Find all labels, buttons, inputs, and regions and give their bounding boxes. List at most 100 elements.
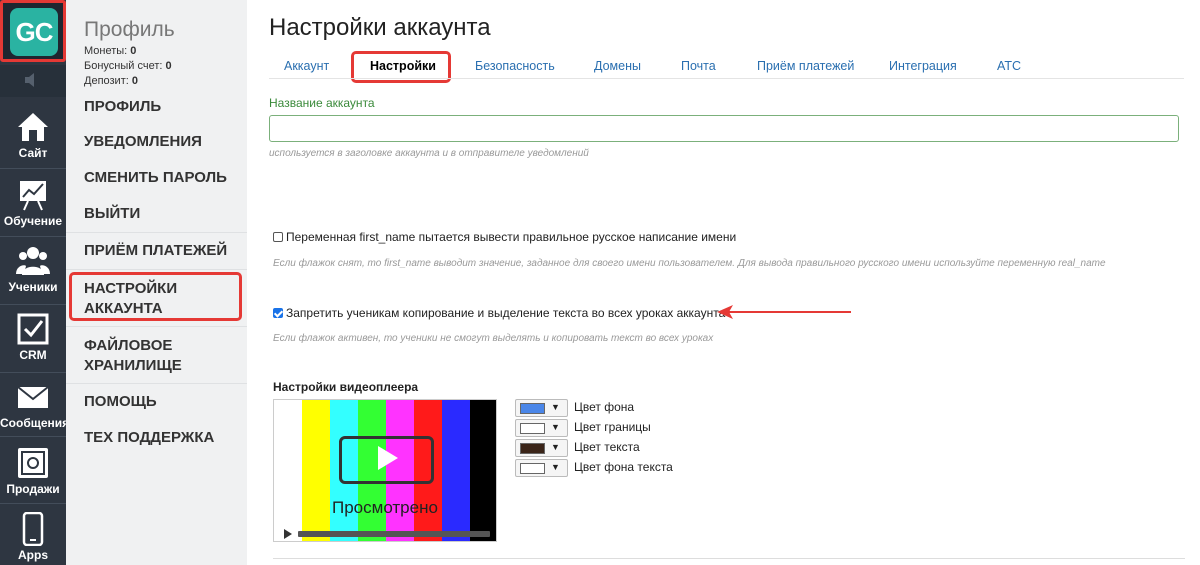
first-name-option-hint: Если флажок снят, то first_name выводит … xyxy=(273,258,1106,269)
account-name-input[interactable] xyxy=(269,115,1179,142)
tab-integration[interactable]: Интеграция xyxy=(889,59,957,73)
first-name-checkbox[interactable] xyxy=(273,232,283,242)
speaker-icon xyxy=(25,73,34,87)
menu-item-notifications[interactable]: УВЕДОМЛЕНИЯ xyxy=(66,124,247,160)
menu-item-payments[interactable]: ПРИЁМ ПЛАТЕЖЕЙ xyxy=(66,233,247,269)
settings-tabs: Аккаунт Настройки Безопасность Домены По… xyxy=(269,54,1184,79)
bonus-stat: Бонусный счет: 0 xyxy=(84,60,172,72)
swatch-label: Цвет границы xyxy=(574,420,651,434)
tab-domains[interactable]: Домены xyxy=(594,59,641,73)
deposit-value: 0 xyxy=(131,75,138,87)
menu-item-change-password[interactable]: СМЕНИТЬ ПАРОЛЬ xyxy=(66,160,247,196)
first-name-option[interactable]: Переменная first_name пытается вывести п… xyxy=(273,230,736,244)
color-bar xyxy=(442,400,470,541)
watched-overlay-text: Просмотрено xyxy=(332,498,438,517)
rail-label: Сообщения xyxy=(0,416,70,430)
copy-protect-option[interactable]: Запретить ученикам копирование и выделен… xyxy=(273,306,725,320)
account-name-hint: используется в заголовке аккаунта и в от… xyxy=(269,148,589,159)
menu-item-tech-support[interactable]: ТЕХ ПОДДЕРЖКА xyxy=(66,420,247,456)
checkbox-icon xyxy=(17,313,49,345)
caret-down-icon: ▼ xyxy=(551,442,560,452)
coins-stat: Монеты: 0 xyxy=(84,45,136,57)
tab-security[interactable]: Безопасность xyxy=(475,59,555,73)
account-settings-highlight xyxy=(69,272,242,321)
color-picker-button[interactable]: ▼ xyxy=(515,419,568,437)
rail-label: CRM xyxy=(19,348,47,362)
color-swatch xyxy=(520,463,545,474)
video-player-preview[interactable]: Просмотрено xyxy=(273,399,497,542)
rail-label: Apps xyxy=(18,548,48,562)
color-swatch xyxy=(520,423,545,434)
color-picker-button[interactable]: ▼ xyxy=(515,439,568,457)
caret-down-icon: ▼ xyxy=(551,462,560,472)
rail-item-apps[interactable]: Apps xyxy=(0,512,66,562)
house-icon xyxy=(18,113,48,141)
tab-mail[interactable]: Почта xyxy=(681,59,716,73)
swatch-label: Цвет фона текста xyxy=(574,460,673,474)
rail-label: Продажи xyxy=(6,482,60,496)
rail-divider xyxy=(0,503,66,504)
menu-item-file-storage[interactable]: ФАЙЛОВОЕ ХРАНИЛИЩЕ xyxy=(66,327,247,383)
rail-divider xyxy=(0,372,66,373)
menu-item-label-line1: ФАЙЛОВОЕ xyxy=(84,337,173,354)
video-player-settings-title: Настройки видеоплеера xyxy=(273,380,419,394)
coins-label: Монеты: xyxy=(84,45,128,57)
color-swatch xyxy=(520,403,545,414)
color-swatch xyxy=(520,443,545,454)
deposit-label: Депозит: xyxy=(84,75,129,87)
rail-item-students[interactable]: Ученики xyxy=(0,244,66,294)
section-divider xyxy=(273,558,1185,559)
tab-settings[interactable]: Настройки xyxy=(370,59,436,73)
gc-logo[interactable]: GC xyxy=(10,8,58,56)
copy-protect-option-hint: Если флажок активен, то ученики не смогу… xyxy=(273,333,714,344)
sidebar-title: Профиль xyxy=(84,18,175,41)
rail-divider xyxy=(0,436,66,437)
rail-divider xyxy=(0,304,66,305)
color-bar xyxy=(274,400,302,541)
menu-item-profile[interactable]: ПРОФИЛЬ xyxy=(66,88,247,124)
rail-item-messages[interactable]: Сообщения xyxy=(0,380,70,430)
rail-divider xyxy=(0,168,66,169)
tab-account[interactable]: Аккаунт xyxy=(284,59,329,73)
rail-item-crm[interactable]: CRM xyxy=(0,312,66,362)
rail-label: Обучение xyxy=(3,214,63,228)
caret-down-icon: ▼ xyxy=(551,402,560,412)
sound-toggle[interactable] xyxy=(0,65,66,97)
swatch-label: Цвет текста xyxy=(574,440,640,454)
color-picker-button[interactable]: ▼ xyxy=(515,459,568,477)
first-name-option-label: Переменная first_name пытается вывести п… xyxy=(286,230,737,244)
chart-board-icon xyxy=(20,181,46,211)
app-rail: GC Сайт Обучение Ученики CRM Сообщения П… xyxy=(0,0,70,565)
envelope-icon xyxy=(17,386,49,408)
menu-item-logout[interactable]: ВЫЙТИ xyxy=(66,196,247,232)
main-content: Настройки аккаунта Аккаунт Настройки Без… xyxy=(247,0,1200,565)
tab-payments[interactable]: Приём платежей xyxy=(757,59,854,73)
page-title: Настройки аккаунта xyxy=(269,14,491,41)
account-name-label: Название аккаунта xyxy=(269,96,375,110)
bonus-value: 0 xyxy=(165,60,172,72)
copy-protect-checkbox[interactable] xyxy=(273,308,283,318)
play-icon[interactable] xyxy=(378,446,398,470)
rail-item-learning[interactable]: Обучение xyxy=(0,178,66,228)
video-progress-bar[interactable] xyxy=(298,531,490,537)
rail-divider xyxy=(0,236,66,237)
deposit-stat: Депозит: 0 xyxy=(84,75,138,87)
rail-item-sales[interactable]: Продажи xyxy=(0,446,66,496)
tab-pbx[interactable]: АТС xyxy=(997,59,1021,73)
bonus-label: Бонусный счет: xyxy=(84,60,163,72)
red-arrow-annotation xyxy=(717,305,851,319)
logo-highlight[interactable]: GC xyxy=(0,0,66,62)
caret-down-icon: ▼ xyxy=(551,422,560,432)
users-icon xyxy=(16,247,50,275)
safe-icon xyxy=(18,448,48,478)
rail-label: Сайт xyxy=(18,146,48,160)
rail-item-site[interactable]: Сайт xyxy=(0,110,66,160)
control-play-icon[interactable] xyxy=(284,529,292,539)
menu-item-help[interactable]: ПОМОЩЬ xyxy=(66,384,247,420)
menu-item-label-line2: ХРАНИЛИЩЕ xyxy=(84,357,182,374)
rail-label: Ученики xyxy=(8,280,58,294)
color-bar xyxy=(470,400,496,541)
coins-value: 0 xyxy=(130,45,137,57)
color-bar xyxy=(302,400,330,541)
color-picker-button[interactable]: ▼ xyxy=(515,399,568,417)
